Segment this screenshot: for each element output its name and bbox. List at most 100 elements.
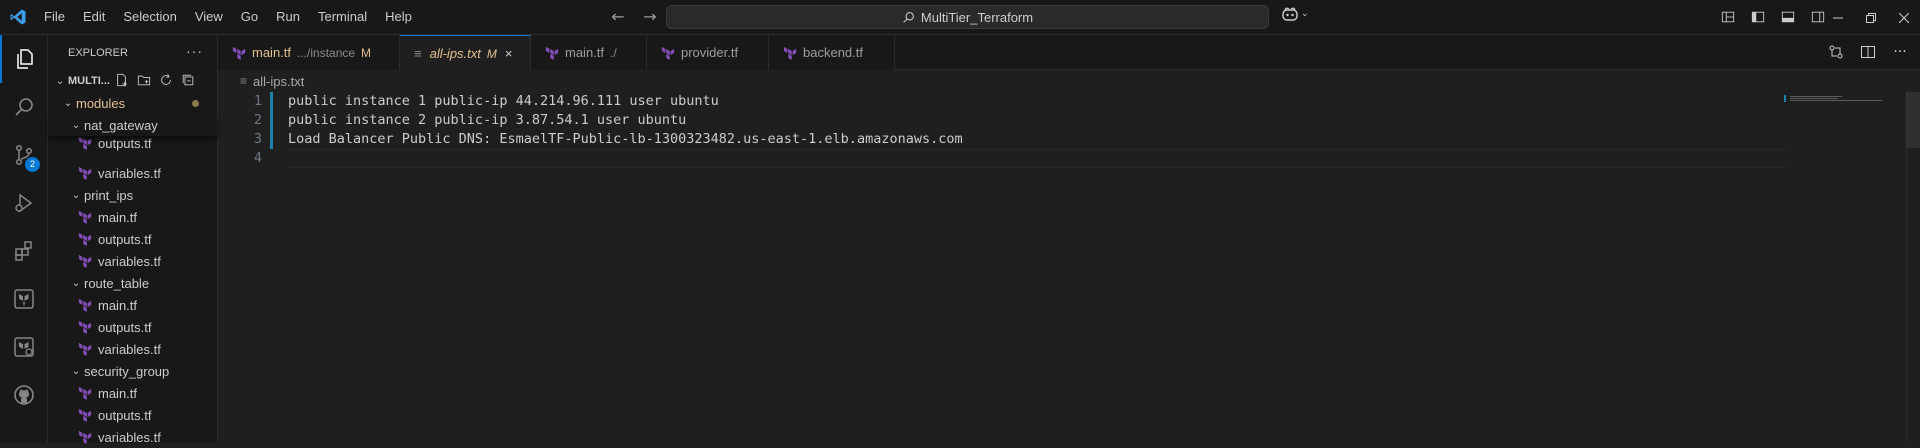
new-folder-icon[interactable] <box>136 71 152 89</box>
restore-icon[interactable] <box>1854 0 1887 35</box>
terraform-file-icon <box>78 386 92 400</box>
toggle-primary-sidebar-icon[interactable] <box>1747 6 1769 28</box>
menu-file[interactable]: File <box>35 5 74 29</box>
toggle-panel-icon[interactable] <box>1777 6 1799 28</box>
terraform-file-icon <box>783 46 797 60</box>
file-item[interactable]: outputs.tf <box>48 404 217 426</box>
file-item[interactable]: variables.tf <box>48 162 217 184</box>
folder-label: print_ips <box>84 187 134 203</box>
menu-terminal[interactable]: Terminal <box>309 5 376 29</box>
file-label: outputs.tf <box>98 407 152 423</box>
tab-main-tf-instance[interactable]: main.tf .../instance M <box>218 35 400 70</box>
code-line[interactable]: Load Balancer Public DNS: EsmaelTF-Publi… <box>288 130 963 149</box>
text-file-icon: ≡ <box>414 46 422 61</box>
vscode-logo-icon <box>0 0 35 35</box>
current-line-highlight <box>288 149 1788 168</box>
tab-all-ips-txt[interactable]: ≡ all-ips.txt M × <box>400 35 531 71</box>
terraform-file-icon <box>78 136 92 150</box>
folder-item[interactable]: ⌄ print_ips <box>48 184 217 206</box>
run-debug-icon[interactable] <box>0 179 48 227</box>
breadcrumb-file[interactable]: all-ips.txt <box>253 74 304 89</box>
source-control-icon[interactable]: 2 <box>0 131 48 179</box>
tab-label: all-ips.txt <box>429 46 481 61</box>
chevron-down-icon: ⌄ <box>71 119 81 131</box>
scrollbar-thumb[interactable] <box>1906 92 1920 148</box>
activity-bar: 2 <box>0 35 48 443</box>
file-label: variables.tf <box>98 341 161 357</box>
breadcrumb[interactable]: ≡ all-ips.txt <box>218 70 304 92</box>
terraform-cloud-icon[interactable] <box>0 323 48 371</box>
terraform-file-icon <box>661 46 675 60</box>
line-number: 3 <box>253 131 262 147</box>
refresh-icon[interactable] <box>158 71 174 89</box>
back-arrow-icon[interactable]: ← <box>607 6 629 28</box>
file-item[interactable]: outputs.tf <box>48 228 217 250</box>
github-icon[interactable] <box>0 371 48 419</box>
search-icon <box>903 11 914 23</box>
menu-bar: File Edit Selection View Go Run Terminal… <box>35 0 421 35</box>
minimize-icon[interactable] <box>1821 0 1854 35</box>
file-item[interactable]: variables.tf <box>48 338 217 360</box>
file-item[interactable]: main.tf <box>48 206 217 228</box>
folder-item[interactable]: ⌄ security_group <box>48 360 217 382</box>
explorer-title: EXPLORER <box>68 46 128 59</box>
file-item[interactable]: outputs.tf <box>48 316 217 338</box>
customize-layout-icon[interactable] <box>1717 6 1739 28</box>
tab-backend-tf[interactable]: backend.tf <box>769 35 895 70</box>
menu-view[interactable]: View <box>186 5 232 29</box>
compare-changes-icon[interactable] <box>1826 42 1846 62</box>
folder-modules[interactable]: ⌄ modules <box>48 92 217 114</box>
chevron-down-icon: ⌄ <box>55 75 65 87</box>
terraform-icon[interactable] <box>0 275 48 323</box>
file-label: main.tf <box>98 385 138 401</box>
explorer-sidebar: EXPLORER ··· ⌄ MULTI... ⌄ modules ⌄ nat_g… <box>48 35 218 445</box>
menu-go[interactable]: Go <box>232 5 267 29</box>
chevron-down-icon: ⌄ <box>71 365 81 377</box>
terraform-file-icon <box>78 210 92 224</box>
more-actions-icon[interactable]: ··· <box>1890 42 1910 62</box>
file-item[interactable]: variables.tf <box>48 250 217 272</box>
file-item[interactable]: main.tf <box>48 294 217 316</box>
folder-label: modules <box>76 95 126 111</box>
tab-description: ./ <box>610 45 617 60</box>
copilot-icon <box>1282 7 1298 21</box>
forward-arrow-icon[interactable]: → <box>639 6 661 28</box>
code-line[interactable]: public instance 1 public-ip 44.214.96.11… <box>288 92 719 111</box>
tab-modified-indicator: M <box>361 45 372 60</box>
file-item[interactable]: main.tf <box>48 382 217 404</box>
close-window-icon[interactable] <box>1887 0 1920 35</box>
more-actions-icon[interactable]: ··· <box>186 43 203 59</box>
extensions-icon[interactable] <box>0 227 48 275</box>
explorer-root-folder[interactable]: ⌄ MULTI... <box>48 70 217 92</box>
split-editor-icon[interactable] <box>1858 42 1878 62</box>
explorer-icon[interactable] <box>0 35 48 83</box>
command-center-label: MultiTier_Terraform <box>920 9 1034 25</box>
search-icon[interactable] <box>0 83 48 131</box>
file-label: variables.tf <box>98 429 161 445</box>
file-label: variables.tf <box>98 253 161 269</box>
new-file-icon[interactable] <box>114 71 130 89</box>
line-number: 1 <box>253 93 262 109</box>
menu-selection[interactable]: Selection <box>114 5 185 29</box>
code-line[interactable]: public instance 2 public-ip 3.87.54.1 us… <box>288 111 686 130</box>
menu-edit[interactable]: Edit <box>74 5 114 29</box>
menu-help[interactable]: Help <box>376 5 421 29</box>
close-icon[interactable]: × <box>505 46 513 61</box>
code-editor[interactable]: 1 2 3 4 public instance 1 public-ip 44.2… <box>218 92 1920 443</box>
tab-provider-tf[interactable]: provider.tf <box>647 35 769 70</box>
tab-modified-indicator: M <box>486 46 497 61</box>
terraform-file-icon <box>78 166 92 180</box>
folder-item[interactable]: ⌄ nat_gateway <box>48 114 217 136</box>
file-item[interactable]: variables.tf <box>48 426 217 448</box>
root-folder-label: MULTI... <box>68 75 110 87</box>
file-label: outputs.tf <box>98 231 152 247</box>
minimap[interactable] <box>1784 92 1884 112</box>
command-center[interactable]: MultiTier_Terraform <box>666 5 1269 29</box>
folder-item[interactable]: ⌄ route_table <box>48 272 217 294</box>
collapse-all-icon[interactable] <box>180 71 196 89</box>
terraform-file-icon <box>78 342 92 356</box>
tab-label: backend.tf <box>803 45 863 60</box>
tab-main-tf-root[interactable]: main.tf ./ <box>531 35 647 70</box>
copilot-button[interactable]: ⌄ <box>1281 6 1309 22</box>
menu-run[interactable]: Run <box>267 5 309 29</box>
